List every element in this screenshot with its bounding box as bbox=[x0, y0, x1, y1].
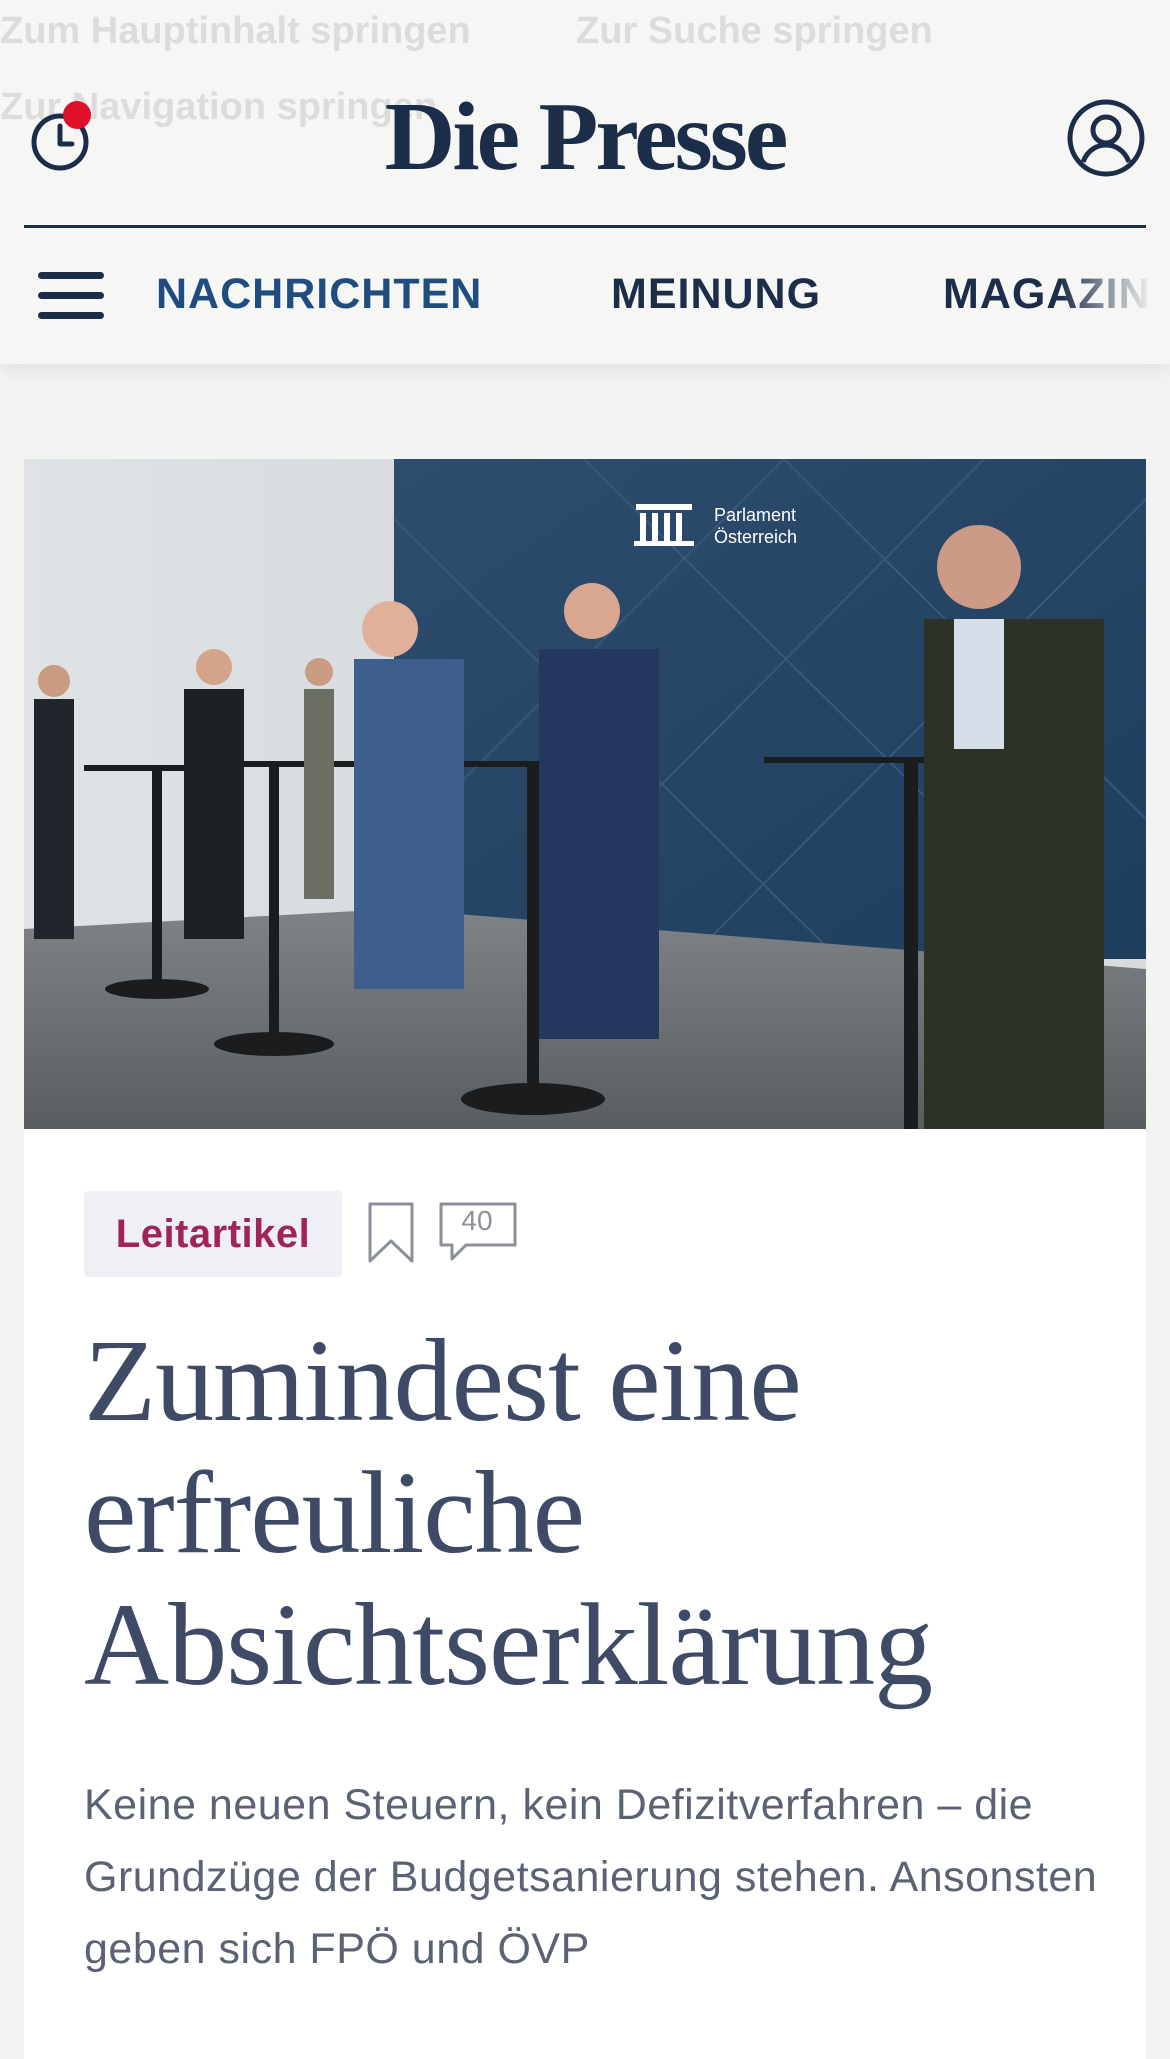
nav-item-nachrichten[interactable]: NACHRICHTEN bbox=[156, 270, 482, 319]
article-teaser: Keine neuen Steuern, kein Defizitverfahr… bbox=[84, 1781, 1098, 1973]
user-icon bbox=[1067, 99, 1145, 177]
clock-icon bbox=[31, 101, 91, 171]
article-hero-image: Parlament Österreich bbox=[24, 459, 1146, 1129]
article-card[interactable]: Parlament Österreich Leitartikel 40 Zumi… bbox=[24, 459, 1146, 2059]
category-badge[interactable]: Leitartikel bbox=[84, 1191, 342, 1277]
bookmark-button[interactable] bbox=[366, 1201, 418, 1265]
comment-count: 40 bbox=[461, 1205, 493, 1236]
article-headline[interactable]: Zumindest eine erfreuliche Absichtserklä… bbox=[84, 1315, 1094, 1711]
header-divider bbox=[24, 225, 1146, 228]
nav-item-meinung[interactable]: MEINUNG bbox=[611, 270, 821, 319]
image-logo-text: Parlament bbox=[714, 505, 796, 525]
site-logo[interactable]: Die Presse bbox=[340, 82, 830, 192]
skip-to-main-link[interactable]: Zum Hauptinhalt springen bbox=[0, 10, 471, 53]
main-nav: NACHRICHTEN MEINUNG MAGAZIN bbox=[0, 256, 1170, 336]
notification-dot bbox=[63, 101, 91, 129]
image-logo-text-2: Österreich bbox=[714, 527, 797, 547]
skip-to-search-link[interactable]: Zur Suche springen bbox=[576, 10, 933, 53]
bookmark-icon bbox=[368, 1202, 414, 1263]
account-button[interactable] bbox=[1064, 96, 1148, 180]
site-header: Zum Hauptinhalt springen Zur Suche sprin… bbox=[0, 0, 1170, 364]
menu-button[interactable] bbox=[38, 270, 106, 322]
history-button[interactable] bbox=[26, 96, 96, 176]
hamburger-icon bbox=[38, 272, 104, 279]
comments-button[interactable]: 40 bbox=[438, 1201, 520, 1265]
nav-scroll-fade bbox=[1060, 256, 1170, 336]
